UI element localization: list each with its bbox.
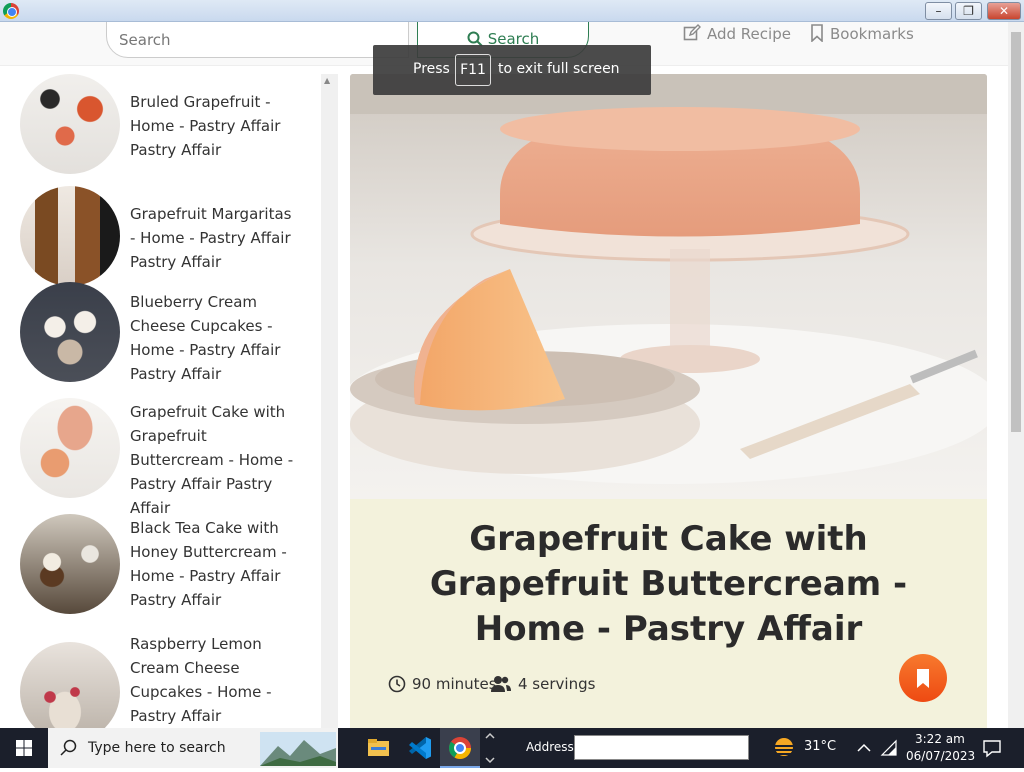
taskbar-search-box[interactable]: Type here to search	[48, 728, 338, 768]
bookmarks-link[interactable]: Bookmarks	[810, 24, 914, 43]
recipe-thumbnail	[20, 642, 120, 728]
bookmarks-label: Bookmarks	[830, 25, 914, 43]
recipe-detail-card: Grapefruit Cake with Grapefruit Buttercr…	[350, 74, 987, 728]
windows-taskbar: Type here to search Address 31°C 3:22 am…	[0, 728, 1024, 768]
search-highlight-icon	[260, 732, 336, 766]
bookmark-icon	[917, 669, 929, 688]
chevron-up-icon[interactable]	[856, 740, 872, 756]
taskbar-vscode[interactable]	[400, 728, 440, 768]
notice-prefix: Press	[413, 61, 450, 77]
network-icon[interactable]	[880, 739, 898, 757]
clock-date[interactable]: 06/07/2023	[906, 749, 975, 763]
taskbar-scroll-arrows[interactable]	[482, 728, 498, 768]
address-toolbar-input[interactable]	[574, 735, 749, 760]
weather-icon	[775, 738, 795, 756]
recipe-info-panel: Grapefruit Cake with Grapefruit Buttercr…	[350, 499, 987, 728]
file-explorer-icon	[368, 739, 389, 756]
search-results-sidebar: Bruled Grapefruit - Home - Pastry Affair…	[0, 66, 320, 728]
recipe-title: Grapefruit Cake with Grapefruit Buttercr…	[429, 519, 908, 649]
recipe-app-page: Search Search Add Recipe Bookmarks Brule…	[0, 22, 1008, 728]
recipe-hero-image	[350, 74, 987, 499]
sidebar-item-label: Grapefruit Cake with Grapefruit Buttercr…	[130, 403, 294, 517]
taskbar-search-label: Type here to search	[88, 740, 226, 756]
clock-time[interactable]: 3:22 am	[915, 732, 965, 746]
vscode-icon	[409, 737, 431, 759]
recipe-thumbnail	[20, 74, 120, 174]
chevron-up-down-icon	[485, 732, 495, 764]
f11-key: F11	[455, 54, 491, 86]
recipe-servings: 4 servings	[490, 675, 595, 693]
notification-icon[interactable]	[982, 738, 1002, 758]
duration-text: 90 minutes	[412, 675, 497, 693]
recipe-thumbnail	[20, 186, 120, 286]
sidebar-item-label: Blueberry Cream Cheese Cupcakes - Home -…	[130, 293, 281, 383]
minimize-button[interactable]: –	[925, 2, 952, 20]
scroll-up-arrow-icon[interactable]: ▲	[324, 76, 330, 85]
bookmark-icon	[811, 24, 823, 43]
recipe-thumbnail	[20, 514, 120, 614]
fullscreen-exit-notice: Press F11 to exit full screen	[373, 45, 651, 95]
search-icon	[60, 739, 77, 756]
recipe-duration: 90 minutes	[388, 675, 497, 693]
bookmark-button[interactable]	[899, 654, 947, 702]
windows-icon	[16, 740, 32, 756]
browser-scrollbar[interactable]	[1008, 22, 1024, 728]
add-recipe-link[interactable]: Add Recipe	[683, 24, 791, 43]
chrome-icon	[3, 3, 19, 19]
restore-button[interactable]: ❐	[955, 2, 982, 20]
users-icon	[491, 676, 511, 692]
sidebar-scrollbar[interactable]: ▲	[321, 74, 338, 728]
edit-icon	[683, 24, 701, 41]
search-input[interactable]: Search	[106, 22, 409, 58]
weather-temperature[interactable]: 31°C	[804, 739, 836, 754]
taskbar-chrome[interactable]	[440, 728, 480, 768]
notice-suffix: to exit full screen	[498, 61, 620, 77]
recipe-thumbnail	[20, 282, 120, 382]
chrome-icon	[449, 737, 471, 759]
add-recipe-label: Add Recipe	[707, 25, 791, 43]
sidebar-item-label: Bruled Grapefruit - Home - Pastry Affair…	[130, 93, 281, 159]
sidebar-item-label: Grapefruit Margaritas - Home - Pastry Af…	[130, 205, 292, 271]
close-button[interactable]: ✕	[987, 2, 1021, 20]
browser-scroll-thumb[interactable]	[1011, 32, 1021, 432]
servings-text: 4 servings	[518, 675, 596, 693]
sidebar-item-label: Black Tea Cake with Honey Buttercream - …	[130, 519, 287, 609]
start-button[interactable]	[0, 728, 48, 768]
sidebar-item-label: Raspberry Lemon Cream Cheese Cupcakes - …	[130, 635, 272, 725]
window-titlebar: – ❐ ✕	[0, 0, 1024, 22]
recipe-thumbnail	[20, 398, 120, 498]
taskbar-file-explorer[interactable]	[358, 728, 398, 768]
address-toolbar-label: Address	[526, 740, 574, 754]
clock-icon	[388, 675, 406, 693]
